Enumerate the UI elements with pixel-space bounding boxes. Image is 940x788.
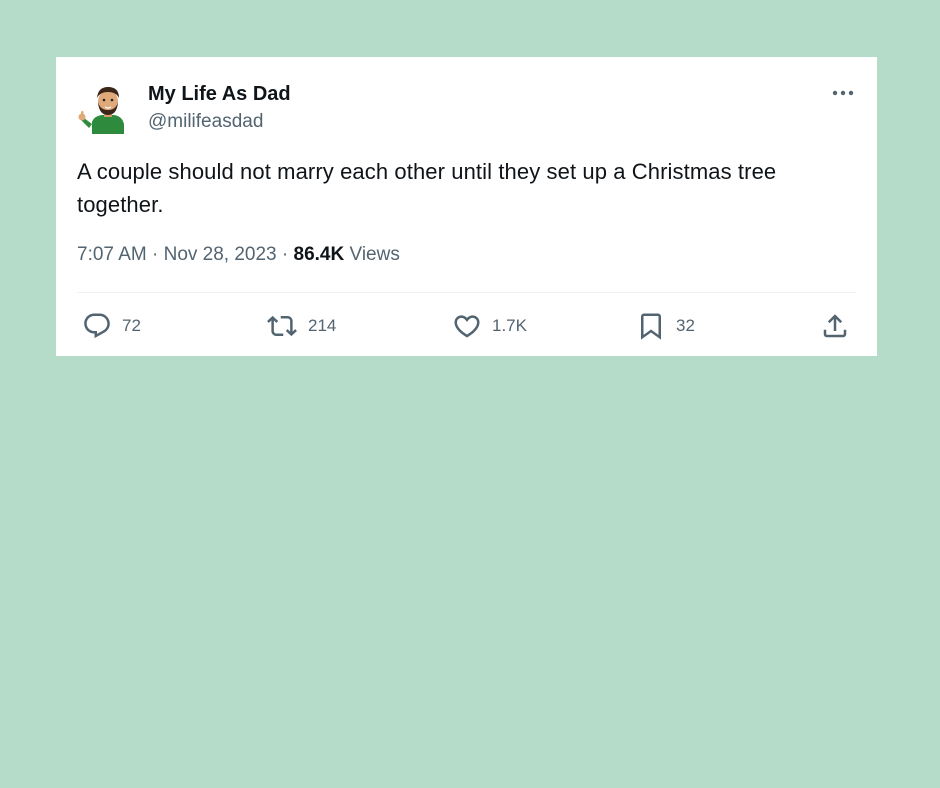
- reply-button[interactable]: 72: [82, 311, 141, 341]
- more-options-button[interactable]: [829, 81, 857, 105]
- repost-icon: [267, 315, 297, 337]
- heart-icon: [454, 315, 480, 338]
- repost-count: 214: [308, 316, 337, 335]
- tweet-meta: 7:07 AM · Nov 28, 2023 · 86.4K Views: [77, 244, 400, 266]
- tweet-timestamp[interactable]: 7:07 AM · Nov 28, 2023 ·: [77, 244, 294, 265]
- author-handle[interactable]: @milifeasdad: [148, 111, 263, 133]
- bookmark-icon: [641, 313, 661, 340]
- views-label: Views: [344, 244, 400, 265]
- tweet-card: My Life As Dad @milifeasdad A couple sho…: [56, 57, 877, 356]
- reply-bubble-icon: [84, 313, 110, 339]
- avatar-illustration: [78, 87, 124, 134]
- avatar[interactable]: [78, 82, 130, 138]
- reply-count: 72: [122, 316, 141, 335]
- like-button[interactable]: 1.7K: [452, 311, 527, 341]
- like-count: 1.7K: [492, 316, 527, 335]
- tweet-text: A couple should not marry each other unt…: [77, 159, 777, 217]
- views-count: 86.4K: [293, 244, 345, 265]
- bookmark-count: 32: [676, 316, 695, 335]
- share-button[interactable]: [820, 311, 850, 341]
- divider: [77, 292, 856, 293]
- bookmark-button[interactable]: 32: [636, 311, 695, 341]
- author-name[interactable]: My Life As Dad: [148, 83, 291, 106]
- share-upload-icon: [823, 314, 847, 338]
- repost-button[interactable]: 214: [266, 311, 336, 341]
- more-horizontal-icon: [832, 90, 854, 96]
